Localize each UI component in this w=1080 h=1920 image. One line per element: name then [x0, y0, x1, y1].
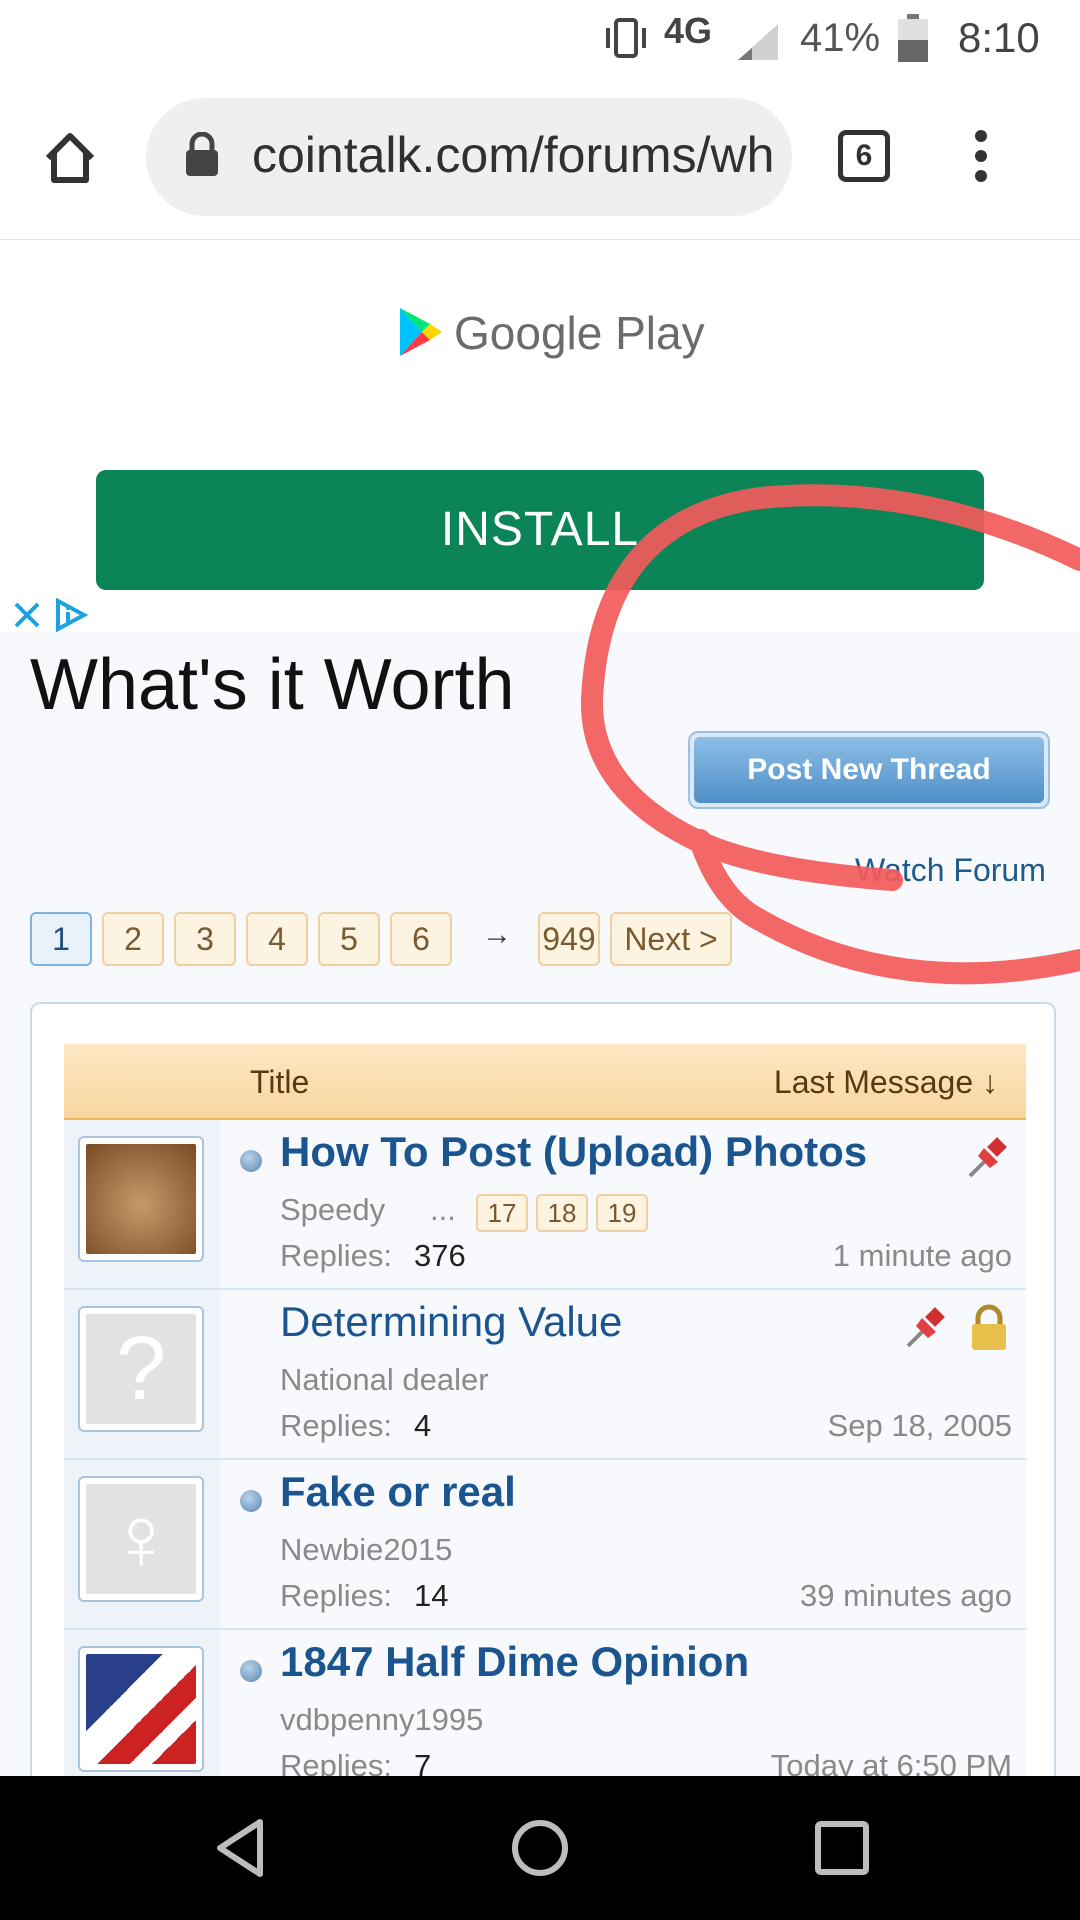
- thread-title[interactable]: 1847 Half Dime Opinion: [280, 1638, 749, 1686]
- post-new-thread-label: Post New Thread: [694, 737, 1044, 803]
- last-message-column-header[interactable]: Last Message ↓: [774, 1064, 998, 1101]
- forum-page: What's it Worth Post New Thread Watch Fo…: [0, 632, 1080, 1776]
- home-nav-icon[interactable]: [510, 1818, 570, 1878]
- home-icon[interactable]: [42, 130, 98, 186]
- url-text[interactable]: cointalk.com/forums/wh: [252, 126, 772, 184]
- thread-row[interactable]: 1847 Half Dime Opinion vdbpenny1995 Repl…: [64, 1630, 1026, 1776]
- locked-icon: [972, 1304, 1006, 1350]
- lock-icon: [186, 132, 218, 176]
- more-options-icon[interactable]: [966, 128, 996, 184]
- page-4-button[interactable]: 4: [246, 912, 308, 966]
- adchoices-icon[interactable]: [54, 598, 88, 632]
- last-message-date[interactable]: Sep 18, 2005: [828, 1408, 1012, 1444]
- replies-count: Replies: 376: [280, 1238, 466, 1273]
- ad-banner: Google Play INSTALL: [0, 240, 1080, 632]
- thread-author[interactable]: Newbie2015: [280, 1532, 452, 1568]
- sticky-pin-icon: [906, 1307, 945, 1348]
- status-bar: 4G 41% 8:10: [0, 0, 1080, 78]
- thread-row[interactable]: How To Post (Upload) Photos Speedy ... 1…: [64, 1120, 1026, 1290]
- sticky-pin-icon: [968, 1137, 1007, 1178]
- thread-page-link[interactable]: 18: [536, 1194, 588, 1232]
- thread-author[interactable]: Speedy: [280, 1192, 385, 1228]
- network-type: 4G: [664, 10, 713, 51]
- avatar[interactable]: [78, 1136, 204, 1262]
- thread-title[interactable]: Determining Value: [280, 1298, 622, 1346]
- last-message-date[interactable]: Today at 6:50 PM: [771, 1748, 1012, 1776]
- next-page-button[interactable]: Next >: [610, 912, 732, 966]
- install-button[interactable]: INSTALL: [96, 470, 984, 590]
- signal-icon: [738, 24, 778, 60]
- recents-icon[interactable]: [814, 1820, 870, 1876]
- back-icon[interactable]: [212, 1818, 272, 1878]
- vibrate-icon: [606, 18, 646, 58]
- thread-title[interactable]: How To Post (Upload) Photos: [280, 1128, 867, 1176]
- avatar[interactable]: [78, 1646, 204, 1772]
- ad-brand: Google Play: [454, 307, 705, 359]
- unread-indicator-icon: [240, 1660, 262, 1682]
- thread-page-link[interactable]: 17: [476, 1194, 528, 1232]
- page-3-button[interactable]: 3: [174, 912, 236, 966]
- thread-list-header: Title Last Message ↓: [64, 1044, 1026, 1120]
- battery-percent: 41%: [800, 16, 881, 60]
- page-1-button[interactable]: 1: [30, 912, 92, 966]
- thread-author[interactable]: vdbpenny1995: [280, 1702, 483, 1738]
- avatar[interactable]: ♀: [78, 1476, 204, 1602]
- pages-ellipsis: ...: [430, 1192, 456, 1227]
- replies-count: Replies: 4: [280, 1408, 432, 1443]
- last-message-date[interactable]: 1 minute ago: [833, 1238, 1012, 1274]
- page-2-button[interactable]: 2: [102, 912, 164, 966]
- replies-count: Replies: 7: [280, 1748, 432, 1776]
- unread-indicator-icon: [240, 1490, 262, 1512]
- thread-author[interactable]: National dealer: [280, 1362, 489, 1398]
- last-page-button[interactable]: 949: [538, 912, 600, 966]
- omnibox[interactable]: cointalk.com/forums/wh: [146, 98, 792, 216]
- watch-forum-link[interactable]: Watch Forum: [855, 852, 1046, 889]
- page-title: What's it Worth: [30, 645, 515, 725]
- google-play-icon: [400, 308, 442, 356]
- clock: 8:10: [958, 14, 1040, 61]
- ad-close-icon[interactable]: [12, 600, 42, 630]
- thread-row[interactable]: ♀ Fake or real Newbie2015 Replies: 14 39 …: [64, 1460, 1026, 1630]
- page-6-button[interactable]: 6: [390, 912, 452, 966]
- avatar[interactable]: ?: [78, 1306, 204, 1432]
- system-nav-bar: [0, 1776, 1080, 1920]
- unread-indicator-icon: [240, 1150, 262, 1172]
- thread-list: Title Last Message ↓ How To Post (Upload…: [30, 1002, 1056, 1776]
- last-message-date[interactable]: 39 minutes ago: [800, 1578, 1012, 1614]
- thread-page-link[interactable]: 19: [596, 1194, 648, 1232]
- page-5-button[interactable]: 5: [318, 912, 380, 966]
- thread-title[interactable]: Fake or real: [280, 1468, 516, 1516]
- title-column-header[interactable]: Title: [250, 1064, 309, 1101]
- battery-icon: [898, 14, 928, 62]
- browser-toolbar: cointalk.com/forums/wh 6: [0, 78, 1080, 240]
- tab-switcher-button[interactable]: 6: [838, 130, 890, 182]
- post-new-thread-button[interactable]: Post New Thread: [688, 731, 1050, 809]
- thread-row[interactable]: ? Determining Value National dealer Repl…: [64, 1290, 1026, 1460]
- pager-arrow: →: [482, 918, 512, 951]
- replies-count: Replies: 14: [280, 1578, 449, 1613]
